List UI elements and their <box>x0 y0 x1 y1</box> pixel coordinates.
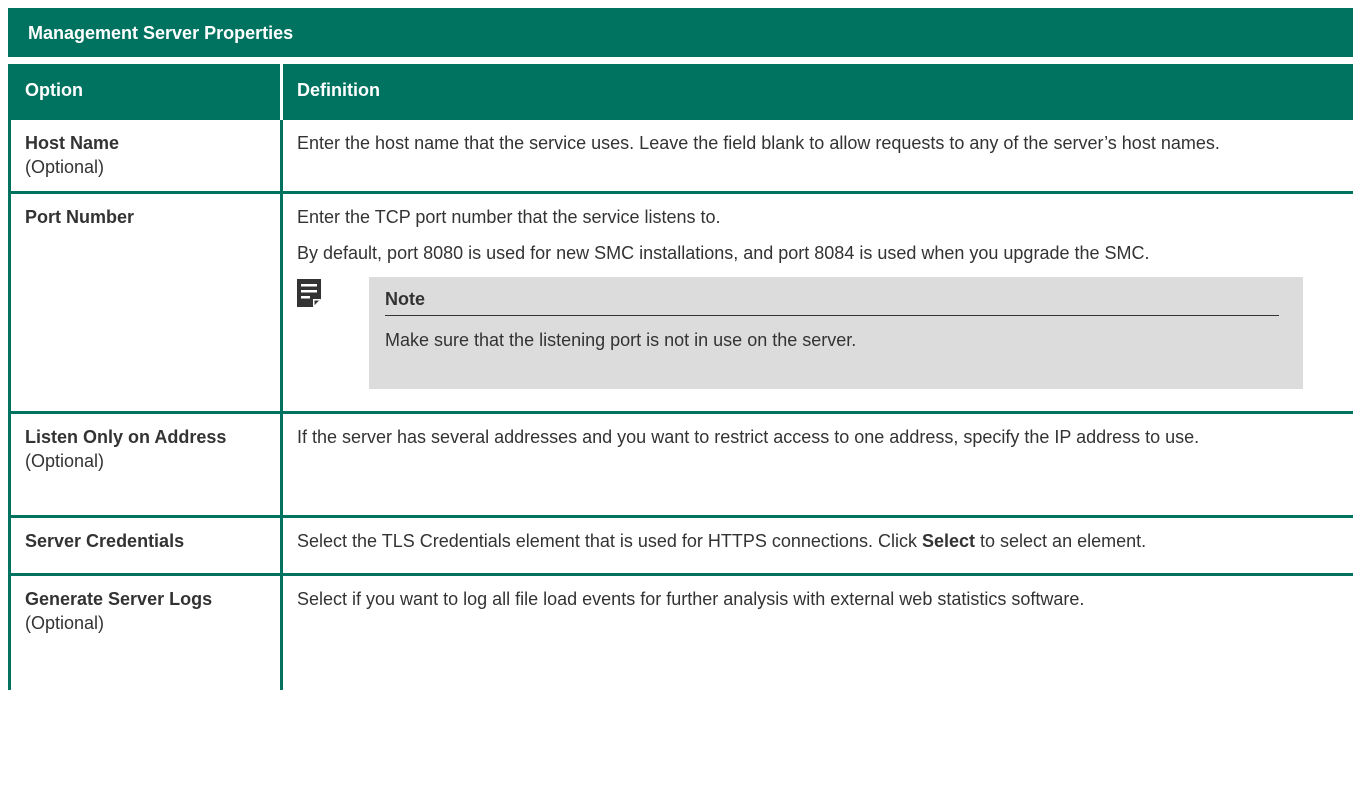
option-cell: Port Number <box>8 190 283 414</box>
note-icon <box>297 278 321 307</box>
definition-cell: Enter the host name that the service use… <box>280 116 1353 194</box>
definition-text: By default, port 8080 is used for new SM… <box>297 242 1150 263</box>
option-cell: Host Name (Optional) <box>8 116 283 194</box>
definition-cell: If the server has several addresses and … <box>280 410 1353 518</box>
definition-text: Select the TLS Credentials element that … <box>297 529 1339 553</box>
table-row: Port Number Enter the TCP port number th… <box>8 190 1353 414</box>
definition-text: Select if you want to log all file load … <box>297 588 1085 609</box>
column-header-definition: Definition <box>281 64 1353 118</box>
option-cell: Server Credentials <box>8 514 283 576</box>
column-header-option: Option <box>8 64 283 118</box>
option-name: Host Name <box>25 132 120 153</box>
properties-table: Option Definition Host Name (Optional) E… <box>8 64 1353 690</box>
table-row: Generate Server Logs (Optional) Select i… <box>8 572 1353 690</box>
definition-cell: Select if you want to log all file load … <box>280 572 1353 690</box>
note-title: Note <box>385 287 1279 316</box>
table-row: Listen Only on Address (Optional) If the… <box>8 410 1353 518</box>
option-cell: Generate Server Logs (Optional) <box>8 572 283 690</box>
option-qualifier: (Optional) <box>25 156 105 177</box>
option-name: Port Number <box>25 206 135 227</box>
definition-text: If the server has several addresses and … <box>297 426 1200 447</box>
select-term: Select <box>921 530 976 551</box>
option-name: Generate Server Logs <box>25 588 213 609</box>
section-title: Management Server Properties <box>28 23 294 43</box>
option-name: Server Credentials <box>25 530 185 551</box>
definition-text: Enter the host name that the service use… <box>297 132 1220 153</box>
definition-text-after: to select an element. <box>975 530 1147 551</box>
table-row: Host Name (Optional) Enter the host name… <box>8 116 1353 194</box>
option-name: Listen Only on Address <box>25 426 227 447</box>
option-cell: Listen Only on Address (Optional) <box>8 410 283 518</box>
note-box: Note Make sure that the listening port i… <box>369 276 1303 389</box>
definition-text-before: Select the TLS Credentials element that … <box>297 530 922 551</box>
option-qualifier: (Optional) <box>25 450 105 471</box>
section-title-bar: Management Server Properties <box>8 8 1353 57</box>
note-callout: Note Make sure that the listening port i… <box>297 276 1339 403</box>
note-text: Make sure that the listening port is not… <box>385 329 857 350</box>
table-row: Server Credentials Select the TLS Creden… <box>8 514 1353 576</box>
definition-text: Enter the TCP port number that the servi… <box>297 206 721 227</box>
table-header-row: Option Definition <box>8 64 1353 118</box>
option-qualifier: (Optional) <box>25 612 105 633</box>
definition-cell: Select the TLS Credentials element that … <box>280 514 1353 576</box>
definition-cell: Enter the TCP port number that the servi… <box>280 190 1353 414</box>
